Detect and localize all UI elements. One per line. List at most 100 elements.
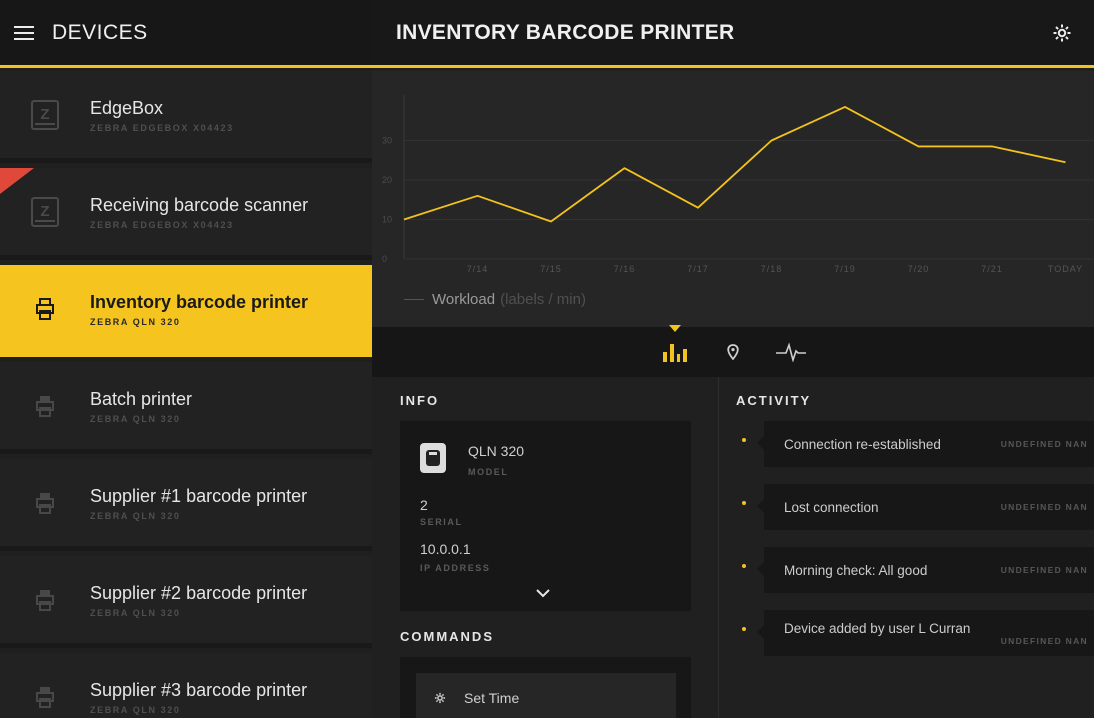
hamburger-menu-icon[interactable] (14, 25, 34, 40)
device-name: Batch printer (90, 388, 193, 409)
activity-item: Lost connection UNDEFINED NAN (742, 484, 1094, 530)
sidebar-header: DEVICES (0, 0, 372, 68)
serial-label: SERIAL (420, 517, 463, 527)
x-tick-label: 7/15 (540, 264, 562, 274)
sidebar-item-supplier-1-barcode-printer[interactable]: Supplier #1 barcode printer ZEBRA QLN 32… (0, 459, 372, 551)
x-tick-label: 7/14 (467, 264, 489, 274)
alert-flag (0, 168, 34, 194)
column-divider (718, 377, 719, 718)
y-tick-label: 0 (382, 254, 387, 264)
printer-icon (36, 686, 54, 708)
device-model: ZEBRA QLN 320 (90, 316, 181, 327)
sidebar-item-supplier-2-barcode-printer[interactable]: Supplier #2 barcode printer ZEBRA QLN 32… (0, 556, 372, 648)
location-pin-icon (727, 344, 739, 360)
command-label: Set Time (464, 690, 520, 706)
device-model: ZEBRA QLN 320 (90, 413, 181, 424)
x-tick-label: 7/19 (834, 264, 856, 274)
timeline-dot (742, 501, 746, 505)
activity-title: ACTIVITY (736, 393, 812, 408)
serial-value: 2 (420, 497, 428, 513)
set-time-command-button[interactable]: Set Time (416, 673, 676, 718)
timeline-dot (742, 627, 746, 631)
x-tick-label: TODAY (1048, 264, 1083, 274)
activity-text: Connection re-established (784, 436, 941, 452)
x-tick-label: 7/16 (614, 264, 636, 274)
x-tick-label: 7/20 (908, 264, 930, 274)
legend-label: Workload (432, 291, 496, 308)
info-card: QLN 320 MODEL 2 SERIAL 10.0.0.1 IP ADDRE… (400, 421, 691, 611)
printer-icon (36, 589, 54, 611)
device-name: EdgeBox (90, 97, 164, 118)
printer-device-icon (420, 443, 446, 473)
device-model: ZEBRA EDGEBOX X04423 (90, 122, 234, 133)
activity-time: UNDEFINED NAN (1000, 635, 1088, 646)
activity-text: Morning check: All good (784, 562, 928, 578)
bar-chart-icon (663, 344, 687, 362)
sidebar-item-batch-printer[interactable]: Batch printer ZEBRA QLN 320 (0, 362, 372, 454)
workload-series-line (403, 106, 1066, 223)
printer-icon (36, 395, 54, 417)
device-model: ZEBRA QLN 320 (90, 607, 181, 618)
sidebar-item-edgebox[interactable]: Z EdgeBox ZEBRA EDGEBOX X04423 (0, 71, 372, 163)
main-header: INVENTORY BARCODE PRINTER (372, 0, 1094, 68)
view-tabs (372, 325, 1094, 377)
activity-card: Lost connection UNDEFINED NAN (757, 484, 1094, 530)
tab-activity[interactable] (762, 327, 820, 377)
commands-title: COMMANDS (400, 629, 494, 644)
tab-chart[interactable] (646, 325, 704, 377)
heartbeat-icon (776, 342, 806, 362)
tab-location[interactable] (704, 327, 762, 377)
device-name: Supplier #3 barcode printer (90, 679, 308, 700)
printer-icon (36, 297, 54, 320)
sidebar-title: DEVICES (52, 20, 148, 44)
y-tick-label: 20 (382, 175, 392, 185)
active-tab-caret (669, 325, 681, 332)
activity-time: UNDEFINED NAN (1000, 439, 1088, 449)
workload-line-chart: 0 10 20 30 7/14 7/15 7/16 7/17 7/18 7/19 7/20 7/21 T… (382, 95, 1094, 274)
printer-icon (36, 492, 54, 514)
chart-legend: Workload (labels / min) (404, 291, 586, 308)
page-title: INVENTORY BARCODE PRINTER (396, 20, 735, 44)
device-model: ZEBRA QLN 320 (90, 704, 181, 715)
sidebar-item-inventory-barcode-printer[interactable]: Inventory barcode printer ZEBRA QLN 320 (0, 265, 372, 357)
commands-card: Set Time (400, 657, 691, 718)
timeline-dot (742, 564, 746, 568)
activity-item: Connection re-established UNDEFINED NAN (742, 421, 1094, 467)
device-name: Supplier #2 barcode printer (90, 582, 308, 603)
activity-time: UNDEFINED NAN (1000, 565, 1088, 575)
device-name: Supplier #1 barcode printer (90, 485, 308, 506)
device-detail-panel: INVENTORY BARCODE PRINTER 0 10 20 30 7/14 7/1… (372, 0, 1094, 718)
gear-icon (434, 692, 446, 704)
device-model: ZEBRA EDGEBOX X04423 (90, 219, 234, 230)
y-tick-label: 10 (382, 215, 392, 225)
x-tick-label: 7/21 (981, 264, 1003, 274)
device-sidebar: DEVICES Z EdgeBox ZEBRA EDGEBOX X04423 Z… (0, 0, 372, 718)
model-label: MODEL (468, 467, 509, 477)
device-name: Receiving barcode scanner (90, 194, 309, 215)
x-tick-label: 7/17 (687, 264, 709, 274)
chevron-down-icon[interactable] (536, 589, 550, 598)
legend-unit: (labels / min) (500, 291, 586, 308)
legend-line-marker (404, 299, 424, 300)
activity-card: Connection re-established UNDEFINED NAN (757, 421, 1094, 467)
activity-card: Device added by user L Curran UNDEFINED … (757, 610, 1094, 656)
sidebar-item-receiving-barcode-scanner[interactable]: Z Receiving barcode scanner ZEBRA EDGEBO… (0, 168, 372, 260)
ip-address-label: IP ADDRESS (420, 563, 491, 573)
timeline-dot (742, 438, 746, 442)
activity-text: Lost connection (784, 499, 879, 515)
activity-card: Morning check: All good UNDEFINED NAN (757, 547, 1094, 593)
gear-icon[interactable] (1052, 23, 1072, 43)
detail-content: INFO QLN 320 MODEL 2 SERIAL 10.0.0.1 IP … (372, 377, 1094, 718)
edgebox-icon: Z (31, 196, 59, 227)
model-value: QLN 320 (468, 443, 525, 459)
device-model: ZEBRA QLN 320 (90, 510, 181, 521)
info-title: INFO (400, 393, 440, 408)
y-tick-label: 30 (382, 136, 392, 146)
edgebox-icon: Z (31, 99, 59, 130)
workload-chart: 0 10 20 30 7/14 7/15 7/16 7/17 7/18 7/19 7/20 7/21 T… (372, 71, 1094, 327)
sidebar-item-supplier-3-barcode-printer[interactable]: Supplier #3 barcode printer ZEBRA QLN 32… (0, 653, 372, 718)
activity-text: Device added by user L Curran (784, 620, 971, 636)
activity-item: Morning check: All good UNDEFINED NAN (742, 547, 1094, 593)
device-name: Inventory barcode printer (90, 291, 309, 312)
activity-time: UNDEFINED NAN (1000, 502, 1088, 512)
